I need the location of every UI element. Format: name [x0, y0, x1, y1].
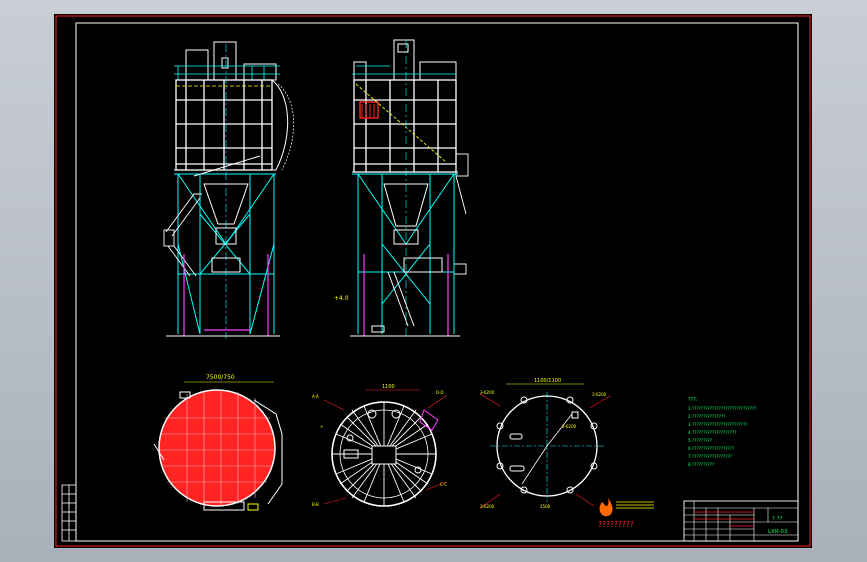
elevation-tag: +4.0 [334, 295, 349, 302]
section-tag-c: C-C [440, 482, 447, 487]
front-elevation-view[interactable] [163, 41, 294, 339]
title-block: ? ?? LXR-03 [683, 500, 799, 542]
note-line: 5.????????? [688, 438, 712, 443]
note-line: 7.?????????????????? [688, 454, 732, 459]
drawing-canvas: +4.0 7500/750 1100 A-A B-B C-C D-D + 110… [55, 15, 811, 547]
binding-strip [61, 484, 77, 542]
foundation-tag-4: 3-6200 [562, 424, 577, 429]
section-tag-b: B-B [312, 502, 319, 507]
notes-heading: ???: [688, 397, 698, 403]
foundation-tag-2: 3-6200 [480, 504, 495, 509]
plan-view-hatched[interactable]: 7500/750 [153, 374, 283, 511]
plan-view-radial[interactable]: 1100 A-A B-B C-C D-D + [312, 384, 447, 507]
technical-notes: ???: 1.????????????????????????????? 2.?… [688, 397, 756, 467]
foundation-tag-5: 2500 [540, 504, 551, 509]
section-dimension: 1100 [382, 384, 395, 390]
cad-viewport[interactable]: +4.0 7500/750 1100 A-A B-B C-C D-D + 110… [0, 0, 867, 562]
drawing-number: LXR-03 [768, 529, 788, 535]
plan-dimension: 7500/750 [206, 374, 235, 381]
foundation-tag-1: 3-6200 [480, 390, 495, 395]
company-logo: ????????? [598, 498, 654, 529]
drawing-name: ? ?? [772, 516, 783, 522]
note-line: 4.???????????????????? [688, 430, 736, 435]
flame-logo-icon [599, 498, 613, 517]
foundation-dimension: 1100/1100 [534, 378, 561, 384]
foundation-tag-3: 3-6200 [592, 392, 607, 397]
plan-view-foundation[interactable]: 1100/1100 3-6200 3-6200 3-6200 3-6200 25… [479, 378, 611, 509]
note-line: 1.????????????????????????????? [688, 406, 756, 411]
note-line: 8.?????????? [688, 462, 714, 467]
note-line: 6.??????????????????? [688, 446, 734, 451]
note-line: 2.??????????????? [688, 414, 725, 419]
note-line: 3.????????????????????????? [688, 422, 748, 427]
side-elevation-view[interactable]: +4.0 [334, 39, 469, 339]
section-tag-d: D-D [436, 390, 444, 395]
company-name: ????????? [598, 520, 634, 529]
drawing-sheet[interactable]: +4.0 7500/750 1100 A-A B-B C-C D-D + 110… [54, 14, 812, 548]
section-tag-a: A-A [312, 394, 319, 399]
leader-tag: + [320, 424, 323, 429]
